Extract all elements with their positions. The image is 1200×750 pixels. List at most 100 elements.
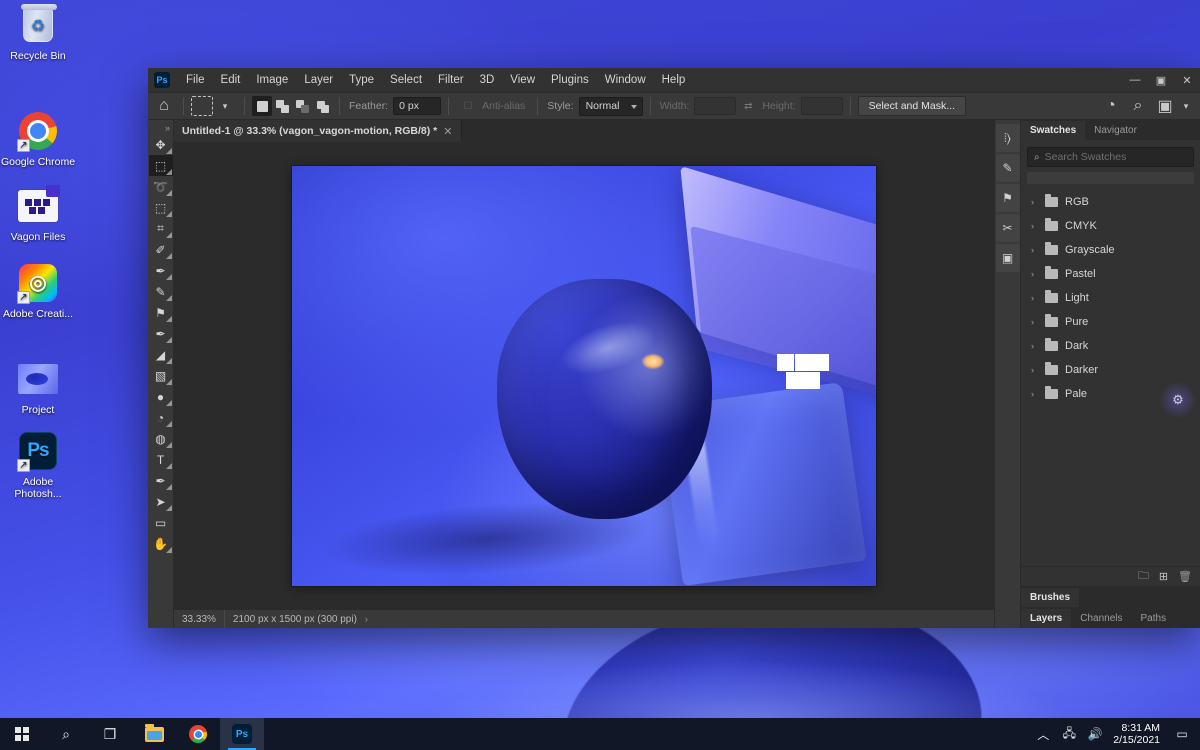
swap-width-height-icon[interactable]: ⇄ (736, 95, 760, 117)
history-brush-tool[interactable]: ✒ (149, 323, 173, 344)
path-selection-tool[interactable]: ➤ (149, 491, 173, 512)
chevron-right-icon[interactable]: › (1031, 269, 1038, 279)
taskbar-google-chrome[interactable] (176, 718, 220, 750)
status-expand-icon[interactable]: › (365, 614, 368, 624)
chevron-down-icon[interactable]: ▾ (1180, 95, 1192, 117)
menu-window[interactable]: Window (597, 70, 654, 90)
swatch-group-darker[interactable]: › Darker (1021, 358, 1200, 382)
document-tab[interactable]: Untitled-1 @ 33.3% (vagon_vagon-motion, … (174, 120, 462, 142)
new-selection-button[interactable] (252, 96, 272, 116)
share-icon[interactable]: ◔ (1099, 95, 1123, 117)
crop-tool[interactable]: ⌗ (149, 218, 173, 239)
menu-layer[interactable]: Layer (296, 70, 341, 90)
toolbar-expand-icon[interactable]: » (165, 122, 173, 134)
menu-select[interactable]: Select (382, 70, 430, 90)
intersect-selection-button[interactable] (312, 96, 332, 116)
dodge-tool[interactable]: ◔ (149, 407, 173, 428)
new-group-icon[interactable]: 🗀 (1138, 567, 1149, 586)
swatch-group-light[interactable]: › Light (1021, 286, 1200, 310)
swatch-group-grayscale[interactable]: › Grayscale (1021, 238, 1200, 262)
search-icon[interactable]: ⌕ (1126, 95, 1150, 117)
chevron-right-icon[interactable]: › (1031, 197, 1038, 207)
menu-view[interactable]: View (502, 70, 543, 90)
feather-input[interactable]: 0 px (393, 97, 442, 115)
spot-healing-brush-tool[interactable]: ✒ (149, 260, 173, 281)
tab-navigator[interactable]: Navigator (1085, 121, 1146, 140)
restore-button[interactable]: ▣ (1148, 68, 1174, 92)
chevron-right-icon[interactable]: › (1031, 341, 1038, 351)
height-input[interactable] (800, 97, 843, 115)
start-button-icon[interactable] (0, 718, 44, 750)
sponge-tool[interactable]: ◍ (149, 428, 173, 449)
menu-type[interactable]: Type (341, 70, 382, 90)
chevron-right-icon[interactable]: › (1031, 389, 1038, 399)
chevron-right-icon[interactable]: › (1031, 221, 1038, 231)
eraser-tool[interactable]: ◢ (149, 344, 173, 365)
add-to-selection-button[interactable] (272, 96, 292, 116)
subtract-from-selection-button[interactable] (292, 96, 312, 116)
menu-plugins[interactable]: Plugins (543, 70, 597, 90)
search-swatches-input[interactable]: ⌕ Search Swatches (1027, 147, 1194, 167)
taskbar-clock[interactable]: 8:31 AM 2/15/2021 (1109, 722, 1168, 746)
adjustments-icon[interactable]: ✂ (995, 214, 1020, 242)
brush-settings-icon[interactable]: ✎ (995, 154, 1020, 182)
desktop-icon-adobe-creative-cloud[interactable]: ◎ ↗ Adobe Creati... (0, 262, 76, 320)
object-selection-tool[interactable]: ⬚ (149, 197, 173, 218)
tab-paths[interactable]: Paths (1132, 609, 1176, 628)
tab-layers[interactable]: Layers (1021, 609, 1072, 628)
search-icon[interactable]: ⌕ (44, 718, 88, 750)
task-view-icon[interactable]: ❐ (88, 718, 132, 750)
image-canvas[interactable] (292, 165, 876, 586)
workspace-switcher-icon[interactable]: ▣ (1153, 95, 1177, 117)
desktop-icon-google-chrome[interactable]: ↗ Google Chrome (0, 110, 76, 168)
swatch-group-dark[interactable]: › Dark (1021, 334, 1200, 358)
style-dropdown[interactable]: Normal (578, 96, 643, 116)
taskbar-file-explorer[interactable] (132, 718, 176, 750)
gradient-tool[interactable]: ▧ (149, 365, 173, 386)
lasso-tool[interactable]: ➰ (149, 176, 173, 197)
clone-stamp-tool[interactable]: ⚑ (149, 302, 173, 323)
hand-tool[interactable]: ✋ (149, 533, 173, 554)
swatch-groups-list[interactable]: › RGB › CMYK › Grayscale › Pastel › Ligh… (1021, 184, 1200, 566)
type-tool[interactable]: T (149, 449, 173, 470)
desktop-icon-adobe-photoshop[interactable]: Ps ↗ Adobe Photosh... (0, 430, 76, 500)
anti-alias-checkbox[interactable]: ☐ (456, 95, 480, 117)
zoom-level[interactable]: 33.33% (174, 609, 225, 628)
pen-tool[interactable]: ✒ (149, 470, 173, 491)
close-icon[interactable]: ✕ (443, 125, 452, 138)
eyedropper-tool[interactable]: ✐ (149, 239, 173, 260)
show-hidden-icons-chevron[interactable]: ︿ (1031, 718, 1055, 750)
home-icon[interactable]: ⌂ (152, 95, 176, 117)
swatch-group-pure[interactable]: › Pure (1021, 310, 1200, 334)
network-icon[interactable]: 🖧 (1057, 718, 1081, 750)
action-center-icon[interactable]: ▭ (1170, 718, 1194, 750)
menu-file[interactable]: File (178, 70, 213, 90)
brush-tool[interactable]: ✎ (149, 281, 173, 302)
menu-edit[interactable]: Edit (213, 70, 249, 90)
swatch-group-rgb[interactable]: › RGB (1021, 190, 1200, 214)
delete-swatch-icon[interactable]: 🗑 (1178, 570, 1192, 583)
rectangle-tool[interactable]: ▭ (149, 512, 173, 533)
recently-used-swatches-strip[interactable] (1027, 172, 1194, 184)
tab-channels[interactable]: Channels (1071, 609, 1131, 628)
chevron-down-icon[interactable]: ▾ (213, 95, 237, 117)
chevron-right-icon[interactable]: › (1031, 365, 1038, 375)
menu-help[interactable]: Help (654, 70, 694, 90)
rectangular-marquee-tool[interactable]: ⬚ (148, 155, 173, 176)
blur-tool[interactable]: ● (149, 386, 173, 407)
menu-image[interactable]: Image (248, 70, 296, 90)
width-input[interactable] (694, 97, 737, 115)
volume-icon[interactable]: 🔊 (1083, 718, 1107, 750)
menu-filter[interactable]: Filter (430, 70, 472, 90)
chevron-right-icon[interactable]: › (1031, 317, 1038, 327)
swatch-group-cmyk[interactable]: › CMYK (1021, 214, 1200, 238)
menu-3d[interactable]: 3D (472, 70, 503, 90)
history-panel-icon[interactable]: ⦙⟩ (995, 124, 1020, 152)
rectangular-marquee-icon[interactable] (191, 96, 213, 116)
move-tool[interactable]: ✥ (149, 134, 173, 155)
clone-source-icon[interactable]: ⚑ (995, 184, 1020, 212)
libraries-icon[interactable]: ▣ (995, 244, 1020, 272)
chevron-right-icon[interactable]: › (1031, 293, 1038, 303)
minimize-button[interactable]: — (1122, 68, 1148, 92)
tab-swatches[interactable]: Swatches (1021, 121, 1086, 140)
